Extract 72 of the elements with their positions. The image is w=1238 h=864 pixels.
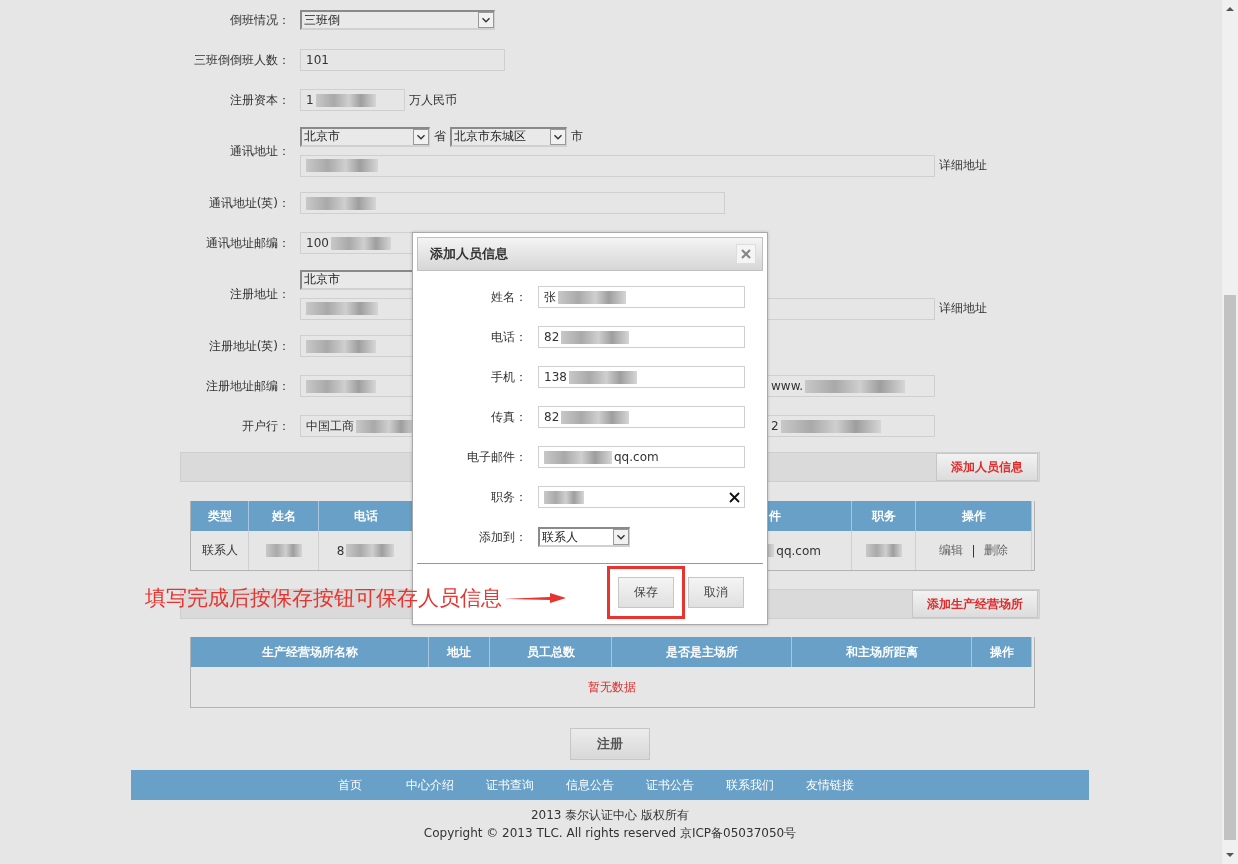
caret-icon — [478, 12, 494, 28]
table-cell: 联系人 — [191, 531, 249, 570]
input-field[interactable]: 138 — [538, 366, 745, 388]
field-label: 注册地址： — [229, 286, 290, 303]
field-label: 注册资本： — [229, 91, 290, 109]
input-field[interactable]: 2 — [765, 415, 935, 437]
empty-message: 暂无数据 — [587, 678, 636, 696]
input-field[interactable] — [300, 192, 725, 214]
save-button[interactable]: 保存 — [618, 576, 674, 608]
field-label: 注册地址邮编： — [205, 377, 290, 395]
table-cell: 8 — [319, 531, 413, 570]
copyright-text: 2013 泰尔认证中心 版权所有 — [529, 807, 691, 824]
column-header: 地址 — [429, 637, 490, 667]
annotation-text: 填写完成后按保存按钮可保存人员信息 — [145, 585, 502, 612]
input-field[interactable]: 82 — [538, 406, 745, 428]
scroll-up-icon[interactable] — [1225, 4, 1235, 14]
delete-link[interactable]: 删除 — [983, 542, 1008, 559]
close-icon — [741, 249, 751, 259]
dropdown[interactable]: 三班倒 — [300, 10, 495, 30]
caret-icon — [613, 529, 629, 545]
column-header: 生产经营场所名称 — [191, 637, 429, 667]
clear-icon[interactable] — [729, 492, 740, 503]
unit-label: 市 — [571, 128, 583, 145]
scroll-down-icon[interactable] — [1225, 850, 1235, 860]
close-button[interactable] — [736, 244, 756, 264]
unit-label: 详细地址 — [939, 300, 987, 317]
add-staff-button[interactable]: 添加人员信息 — [936, 453, 1038, 481]
field-label: 倒班情况： — [229, 11, 290, 29]
input-field[interactable]: 张 — [538, 286, 745, 308]
field-label: 三班倒倒班人数： — [193, 51, 290, 69]
scrollbar[interactable] — [1222, 0, 1238, 864]
input-field[interactable]: 82 — [538, 326, 745, 348]
unit-label: 详细地址 — [939, 157, 987, 174]
field-label: 电子邮件： — [466, 448, 527, 466]
input-field[interactable]: 101 — [300, 49, 505, 71]
scrollbar-thumb[interactable] — [1224, 295, 1236, 840]
field-label: 通讯地址(英)： — [207, 194, 290, 212]
column-header: 职务 — [852, 501, 916, 531]
dropdown[interactable]: 北京市东城区 — [450, 126, 567, 147]
field-label: 添加到： — [478, 528, 527, 546]
register-button[interactable]: 注册 — [570, 728, 650, 760]
cancel-button[interactable]: 取消 — [688, 576, 744, 608]
add-site-button[interactable]: 添加生产经营场所 — [912, 590, 1038, 618]
input-field[interactable] — [300, 154, 935, 177]
column-header: 是否是主场所 — [612, 637, 792, 667]
field-label: 电话： — [490, 328, 527, 346]
column-header: 和主场所距离 — [792, 637, 972, 667]
input-field[interactable] — [538, 486, 745, 508]
unit-label: 万人民币 — [409, 91, 457, 109]
caret-icon — [413, 128, 429, 145]
separator-text: | — [971, 543, 976, 558]
edit-link[interactable]: 编辑 — [939, 542, 964, 559]
dropdown[interactable]: 联系人 — [538, 527, 630, 547]
copyright-text: Copyright © 2013 TLC. All rights reserved 京ICP备05037050号 — [422, 825, 798, 842]
field-label: 手机： — [490, 368, 527, 386]
column-header: 操作 — [972, 637, 1032, 667]
column-header: 电话 — [319, 501, 413, 531]
field-label: 姓名： — [490, 288, 527, 306]
caret-icon — [550, 128, 566, 145]
column-header: 操作 — [916, 501, 1032, 531]
column-header: 姓名 — [249, 501, 319, 531]
unit-label: 省 — [434, 128, 446, 145]
field-label: 通讯地址邮编： — [205, 234, 290, 252]
field-label: 通讯地址： — [229, 143, 290, 160]
column-header: 员工总数 — [490, 637, 612, 667]
field-label: 开户行： — [241, 417, 290, 435]
input-field[interactable]: 1 — [300, 89, 405, 111]
dropdown[interactable]: 北京市 — [300, 126, 430, 147]
input-field[interactable]: qq.com — [538, 446, 745, 468]
column-header: 类型 — [191, 501, 249, 531]
field-label: 注册地址(英)： — [207, 337, 290, 355]
input-field[interactable]: www. — [765, 375, 935, 397]
